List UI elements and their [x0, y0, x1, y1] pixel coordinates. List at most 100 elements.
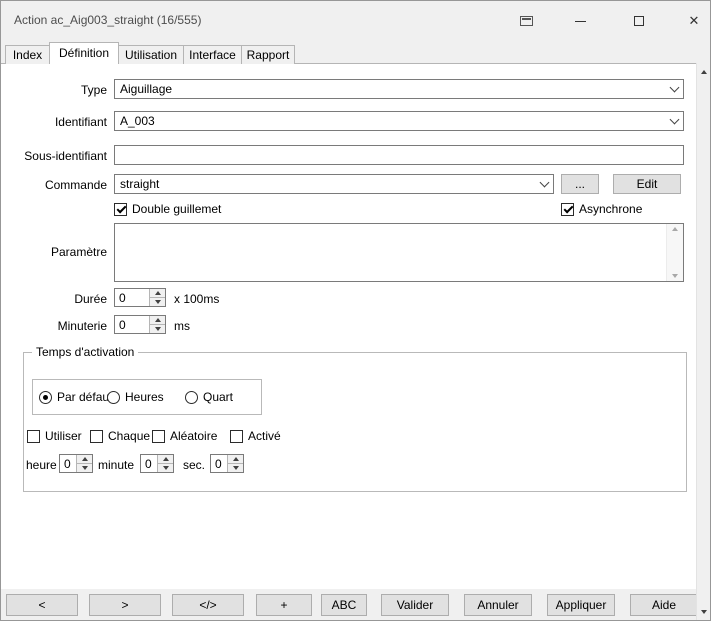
scroll-up-icon[interactable]: [672, 227, 678, 231]
chevron-down-icon[interactable]: [665, 80, 683, 98]
close-button[interactable]: ✕: [677, 9, 711, 33]
heure-label: heure: [26, 458, 57, 472]
sec-value[interactable]: 0: [211, 455, 227, 472]
down-arrow-icon: [233, 466, 239, 470]
identifiant-combobox[interactable]: A_003: [114, 111, 684, 131]
checkbox-label: Chaque: [108, 429, 150, 443]
tab-rapport[interactable]: Rapport: [241, 45, 295, 64]
dock-window-button[interactable]: [509, 9, 543, 33]
checkbox-label: Asynchrone: [579, 202, 642, 216]
checkbox-label: Aléatoire: [170, 429, 217, 443]
spinner-buttons: [76, 455, 92, 472]
parametre-textarea[interactable]: [114, 223, 684, 282]
radio-par-defaut[interactable]: Par défaut: [39, 389, 112, 405]
tab-definition[interactable]: Définition: [49, 42, 119, 64]
commande-combobox[interactable]: straight: [114, 174, 554, 194]
checkbox-box: [27, 430, 40, 443]
commande-browse-button[interactable]: ...: [561, 174, 599, 194]
commande-label: Commande: [1, 178, 107, 192]
spin-down-button[interactable]: [150, 298, 165, 306]
tab-utilisation[interactable]: Utilisation: [118, 45, 184, 64]
maximize-icon: [634, 16, 644, 26]
aide-button[interactable]: Aide: [630, 594, 698, 616]
radio-label: Par défaut: [57, 390, 112, 404]
up-arrow-icon: [82, 457, 88, 461]
duree-label: Durée: [1, 292, 107, 306]
sous-identifiant-input[interactable]: [114, 145, 684, 165]
sous-identifiant-label: Sous-identifiant: [1, 149, 107, 163]
minute-spinner[interactable]: 0: [140, 454, 174, 473]
spin-up-button[interactable]: [150, 289, 165, 298]
spinner-buttons: [149, 289, 165, 306]
identifiant-value: A_003: [115, 114, 665, 128]
code-button[interactable]: </>: [172, 594, 244, 616]
checkbox-label: Utiliser: [45, 429, 82, 443]
chevron-down-icon[interactable]: [535, 175, 553, 193]
scroll-down-icon[interactable]: [672, 274, 678, 278]
radio-label: Quart: [203, 390, 233, 404]
tab-index[interactable]: Index: [5, 45, 50, 64]
up-arrow-icon: [155, 291, 161, 295]
scrollbar-down-button[interactable]: [697, 604, 710, 619]
heure-spinner[interactable]: 0: [59, 454, 93, 473]
commande-edit-button[interactable]: Edit: [613, 174, 681, 194]
spin-down-button[interactable]: [77, 464, 92, 472]
annuler-button[interactable]: Annuler: [464, 594, 532, 616]
type-combobox[interactable]: Aiguillage: [114, 79, 684, 99]
active-checkbox[interactable]: Activé: [230, 428, 281, 444]
minimize-button[interactable]: [563, 9, 597, 33]
commande-value: straight: [115, 177, 535, 191]
radio-quart[interactable]: Quart: [185, 389, 233, 405]
minuterie-unit: ms: [174, 319, 190, 333]
spin-up-button[interactable]: [77, 455, 92, 464]
parametre-label: Paramètre: [1, 245, 107, 259]
up-arrow-icon: [163, 457, 169, 461]
up-arrow-icon: [233, 457, 239, 461]
add-button[interactable]: +: [256, 594, 312, 616]
dialog-scrollbar[interactable]: [696, 63, 710, 620]
spinner-buttons: [227, 455, 243, 472]
maximize-button[interactable]: [622, 9, 656, 33]
aleatoire-checkbox[interactable]: Aléatoire: [152, 428, 217, 444]
utiliser-checkbox[interactable]: Utiliser: [27, 428, 82, 444]
next-button[interactable]: >: [89, 594, 161, 616]
spin-up-button[interactable]: [150, 316, 165, 325]
down-arrow-icon: [82, 466, 88, 470]
sec-spinner[interactable]: 0: [210, 454, 244, 473]
radio-circle: [107, 391, 120, 404]
tab-interface[interactable]: Interface: [183, 45, 242, 64]
appliquer-button[interactable]: Appliquer: [547, 594, 615, 616]
abc-button[interactable]: ABC: [321, 594, 367, 616]
spin-up-button[interactable]: [158, 455, 173, 464]
radio-heures[interactable]: Heures: [107, 389, 164, 405]
spin-up-button[interactable]: [228, 455, 243, 464]
chevron-glyph: [539, 177, 549, 187]
minuterie-value[interactable]: 0: [115, 316, 149, 333]
duree-spinner[interactable]: 0: [114, 288, 166, 307]
type-value: Aiguillage: [115, 82, 665, 96]
minuterie-label: Minuterie: [1, 319, 107, 333]
scrollbar-up-button[interactable]: [697, 64, 710, 79]
minute-value[interactable]: 0: [141, 455, 157, 472]
checkbox-box: [90, 430, 103, 443]
duree-unit: x 100ms: [174, 292, 219, 306]
temps-activation-group: Temps d'activation Par défaut Heures Qua…: [23, 352, 687, 492]
chaque-checkbox[interactable]: Chaque: [90, 428, 150, 444]
duree-value[interactable]: 0: [115, 289, 149, 306]
chevron-down-icon[interactable]: [665, 112, 683, 130]
asynchrone-checkbox[interactable]: Asynchrone: [561, 201, 642, 217]
double-guillemet-checkbox[interactable]: Double guillemet: [114, 201, 221, 217]
parametre-scrollbar[interactable]: [666, 224, 683, 281]
heure-value[interactable]: 0: [60, 455, 76, 472]
spinner-buttons: [157, 455, 173, 472]
prev-button[interactable]: <: [6, 594, 78, 616]
down-arrow-icon: [701, 610, 707, 614]
spin-down-button[interactable]: [158, 464, 173, 472]
spin-down-button[interactable]: [150, 325, 165, 333]
up-arrow-icon: [701, 70, 707, 74]
spin-down-button[interactable]: [228, 464, 243, 472]
minuterie-spinner[interactable]: 0: [114, 315, 166, 334]
radio-label: Heures: [125, 390, 164, 404]
identifiant-label: Identifiant: [1, 115, 107, 129]
valider-button[interactable]: Valider: [381, 594, 449, 616]
